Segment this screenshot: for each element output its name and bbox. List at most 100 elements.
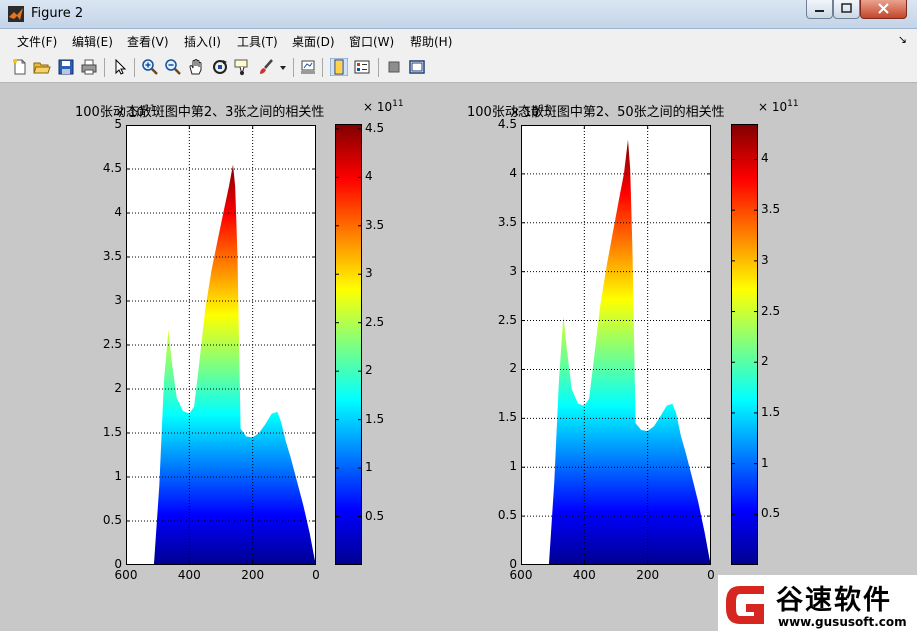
- y-tick-label: 2: [114, 381, 122, 395]
- x-tick-label: 0: [312, 568, 320, 582]
- title-bar: Figure 2: [0, 0, 917, 29]
- y-tick-label: 4.5: [102, 161, 122, 175]
- minimize-button[interactable]: [806, 0, 833, 19]
- toolbar-separator: [378, 58, 379, 77]
- watermark: 谷速软件 www.gususoft.com: [718, 575, 917, 631]
- watermark-url: www.gususoft.com: [778, 615, 907, 629]
- menu-bar: 文件(F) 编辑(E) 查看(V) 插入(I) 工具(T) 桌面(D) 窗口(W…: [0, 29, 917, 53]
- colorbar-multiplier-right: × 1011: [758, 99, 799, 114]
- menu-view[interactable]: 查看(V): [127, 33, 169, 50]
- y-tick-label: 5: [114, 117, 122, 131]
- chart-area-left[interactable]: [126, 125, 316, 565]
- y-tick-label: 3: [509, 263, 517, 278]
- colorbar-tick-label: 3: [365, 266, 373, 281]
- colorbar-tick-label: 0.5: [761, 506, 781, 521]
- menu-help[interactable]: 帮助(H): [410, 33, 452, 50]
- colorbar-tick-label: 3.5: [365, 217, 385, 232]
- figure-canvas[interactable]: 100张动态散斑图中第2、3张之间的相关性 × 1011 0 0.5 1 1.5 2 2.…: [8, 83, 909, 624]
- colorbar-gradient: [731, 124, 758, 565]
- print-icon[interactable]: [80, 58, 98, 76]
- menu-insert[interactable]: 插入(I): [184, 33, 221, 50]
- open-file-icon[interactable]: [33, 58, 51, 76]
- toolbar-separator: [104, 58, 105, 77]
- close-button[interactable]: [860, 0, 907, 19]
- toolbar-separator: [322, 58, 323, 77]
- new-figure-icon[interactable]: [11, 58, 29, 76]
- toolbar-separator: [134, 58, 135, 77]
- legend-icon[interactable]: [353, 58, 371, 76]
- colorbar-tick-label: 4.5: [365, 120, 385, 135]
- y-tick-label: 1: [509, 459, 517, 474]
- x-tick-label: 600: [509, 568, 533, 582]
- colorbar-tick-label: 2.5: [365, 314, 385, 329]
- y-tick-label: 4: [509, 165, 517, 180]
- minimize-icon: [815, 10, 824, 12]
- y-tick-label: 2: [509, 361, 517, 376]
- data-cursor-icon[interactable]: [233, 58, 251, 76]
- brush-icon[interactable]: [257, 58, 275, 76]
- figure-toolbar: [0, 52, 917, 83]
- zoom-in-icon[interactable]: [141, 58, 159, 76]
- window-title: Figure 2: [31, 6, 84, 21]
- y-tick-label: 2.5: [102, 337, 122, 351]
- menu-window[interactable]: 窗口(W): [349, 33, 394, 50]
- x-tick-label: 400: [177, 568, 201, 582]
- y-tick-label: 1.5: [102, 425, 122, 439]
- pan-hand-icon[interactable]: [187, 58, 205, 76]
- x-tick-label: 200: [636, 568, 660, 582]
- colorbar-left: [335, 124, 362, 565]
- y-tick-label: 1: [114, 469, 122, 483]
- watermark-brand: 谷速软件: [776, 585, 892, 616]
- plot-title-left: 100张动态散斑图中第2、3张之间的相关性: [75, 105, 325, 120]
- brush-dropdown-icon[interactable]: [278, 58, 288, 76]
- y-tick-label: 3.5: [102, 249, 122, 263]
- hide-plot-tools-icon[interactable]: [385, 58, 403, 76]
- colorbar-icon[interactable]: [330, 58, 348, 76]
- colorbar-tick-label: 1.5: [365, 411, 385, 426]
- menu-desktop[interactable]: 桌面(D): [292, 33, 335, 50]
- x-tick-label: 600: [114, 568, 138, 582]
- edit-plot-arrow-icon[interactable]: [111, 58, 129, 76]
- colorbar-tick-label: 1: [761, 455, 769, 470]
- dock-figure-button[interactable]: ↘: [898, 33, 907, 46]
- colorbar-tick-label: 2: [365, 363, 373, 378]
- x-tick-label: 200: [241, 568, 265, 582]
- y-tick-label: 1.5: [497, 410, 517, 425]
- y-tick-label: 3.5: [497, 214, 517, 229]
- save-icon[interactable]: [57, 58, 75, 76]
- link-plot-icon[interactable]: [299, 58, 317, 76]
- y-tick-label: 2.5: [497, 312, 517, 327]
- x-tick-label: 400: [572, 568, 596, 582]
- colorbar-multiplier-left: × 1011: [363, 99, 404, 114]
- colorbar-tick-label: 0.5: [365, 508, 385, 523]
- colorbar-gradient: [335, 124, 362, 565]
- maximize-icon: [841, 3, 852, 13]
- colorbar-tick-label: 3.5: [761, 202, 781, 217]
- y-tick-label: 0.5: [497, 508, 517, 523]
- y-tick-label: 4.5: [497, 117, 517, 131]
- zoom-out-icon[interactable]: [164, 58, 182, 76]
- maximize-button[interactable]: [833, 0, 860, 19]
- close-icon: [878, 3, 889, 14]
- gususoft-logo-icon: [726, 586, 764, 624]
- matlab-logo-icon: [8, 6, 24, 22]
- y-tick-label: 0.5: [102, 513, 122, 527]
- colorbar-tick-label: 2: [761, 354, 769, 369]
- toolbar-separator: [293, 58, 294, 77]
- colorbar-tick-label: 1.5: [761, 404, 781, 419]
- rotate-3d-icon[interactable]: [211, 58, 229, 76]
- y-tick-label: 4: [114, 205, 122, 219]
- colorbar-tick-label: 4: [365, 169, 373, 184]
- x-tick-label: 0: [707, 568, 715, 582]
- colorbar-right: [731, 124, 758, 565]
- y-tick-label: 3: [114, 293, 122, 307]
- colorbar-tick-label: 2.5: [761, 303, 781, 318]
- colorbar-tick-label: 3: [761, 252, 769, 267]
- colorbar-tick-label: 1: [365, 460, 373, 475]
- menu-tools[interactable]: 工具(T): [237, 33, 278, 50]
- colorbar-tick-label: 4: [761, 151, 769, 166]
- show-plot-tools-icon[interactable]: [408, 58, 426, 76]
- menu-edit[interactable]: 编辑(E): [72, 33, 113, 50]
- chart-area-right[interactable]: [521, 125, 711, 565]
- menu-file[interactable]: 文件(F): [17, 33, 57, 50]
